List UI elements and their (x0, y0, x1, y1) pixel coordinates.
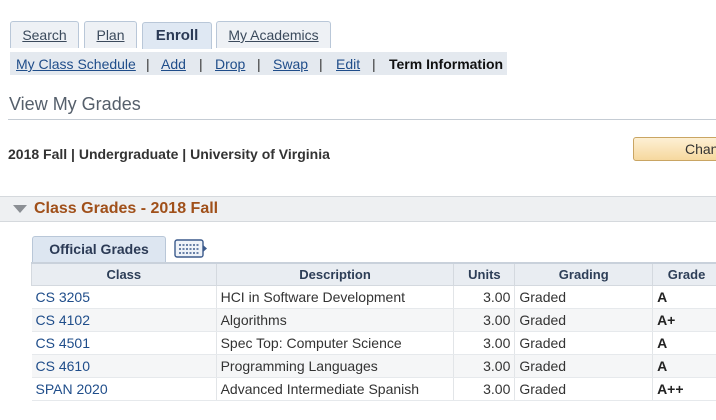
column-header-grade[interactable]: Grade (652, 262, 716, 286)
class-grading: Graded (514, 308, 654, 332)
class-grade: A (652, 354, 716, 378)
class-grades-section-header[interactable]: Class Grades - 2018 Fall (0, 196, 716, 222)
class-link[interactable]: CS 4102 (31, 308, 217, 332)
tab-plan[interactable]: Plan (84, 21, 137, 48)
tab-official-grades[interactable]: Official Grades (32, 236, 166, 262)
tab-enroll[interactable]: Enroll (142, 22, 212, 49)
column-header-grading[interactable]: Grading (514, 262, 654, 286)
link-my-class-schedule[interactable]: My Class Schedule (16, 56, 136, 72)
table-header-row: Class Description Units Grading Grade (31, 262, 716, 286)
table-row: CS 4102 Algorithms 3.00 Graded A+ (31, 308, 716, 332)
tab-my-academics-label: My Academics (228, 27, 319, 43)
class-grading: Graded (514, 285, 654, 309)
section-title: Class Grades - 2018 Fall (34, 200, 219, 217)
link-drop[interactable]: Drop (215, 56, 245, 72)
class-link[interactable]: CS 4610 (31, 354, 217, 378)
enroll-subnav: My Class Schedule | Add | Drop | Swap | … (10, 52, 507, 75)
class-grading: Graded (514, 331, 654, 355)
class-units: 3.00 (453, 354, 516, 378)
grades-table: Class Description Units Grading Grade CS… (31, 262, 716, 401)
table-row: CS 3205 HCI in Software Development 3.00… (31, 285, 716, 309)
class-grading: Graded (514, 354, 654, 378)
subnav-separator: | (319, 56, 323, 72)
current-term-information: Term Information (389, 56, 504, 72)
table-row: SPAN 2020 Advanced Intermediate Spanish … (31, 377, 716, 401)
tab-plan-label: Plan (96, 27, 125, 43)
tab-my-academics[interactable]: My Academics (216, 21, 331, 48)
class-grade: A+ (652, 308, 716, 332)
class-link[interactable]: CS 3205 (31, 285, 217, 309)
tab-enroll-label: Enroll (155, 27, 199, 44)
class-units: 3.00 (453, 308, 516, 332)
link-edit[interactable]: Edit (336, 56, 360, 72)
page-title: View My Grades (9, 94, 141, 114)
grid-view-icon[interactable] (174, 239, 208, 258)
class-description: Advanced Intermediate Spanish (216, 377, 455, 401)
class-description: Spec Top: Computer Science (216, 331, 455, 355)
change-term-button[interactable]: Change (633, 137, 716, 161)
subnav-separator: | (372, 56, 376, 72)
title-divider (8, 119, 716, 120)
class-units: 3.00 (453, 285, 516, 309)
class-grade: A (652, 331, 716, 355)
column-header-description[interactable]: Description (215, 262, 455, 286)
class-description: Programming Languages (216, 354, 455, 378)
class-description: HCI in Software Development (216, 285, 455, 309)
class-grading: Graded (514, 377, 654, 401)
subnav-separator: | (199, 56, 203, 72)
class-link[interactable]: CS 4501 (31, 331, 217, 355)
class-grade: A++ (652, 377, 716, 401)
link-add[interactable]: Add (161, 56, 186, 72)
grid-view-icon-graphic (174, 239, 207, 258)
class-link[interactable]: SPAN 2020 (31, 377, 217, 401)
class-description: Algorithms (216, 308, 455, 332)
column-header-class[interactable]: Class (31, 262, 217, 286)
class-units: 3.00 (453, 377, 516, 401)
column-header-units[interactable]: Units (453, 262, 516, 286)
tab-search[interactable]: Search (10, 21, 79, 48)
tab-search-label: Search (22, 27, 67, 43)
subnav-separator: | (257, 56, 261, 72)
link-swap[interactable]: Swap (273, 56, 308, 72)
subnav-separator: | (146, 56, 150, 72)
class-grade: A (652, 285, 716, 309)
class-units: 3.00 (453, 331, 516, 355)
table-row: CS 4501 Spec Top: Computer Science 3.00 … (31, 331, 716, 355)
table-row: CS 4610 Programming Languages 3.00 Grade… (31, 354, 716, 378)
term-info: 2018 Fall | Undergraduate | University o… (8, 146, 330, 162)
collapse-arrow-icon[interactable] (13, 205, 27, 213)
